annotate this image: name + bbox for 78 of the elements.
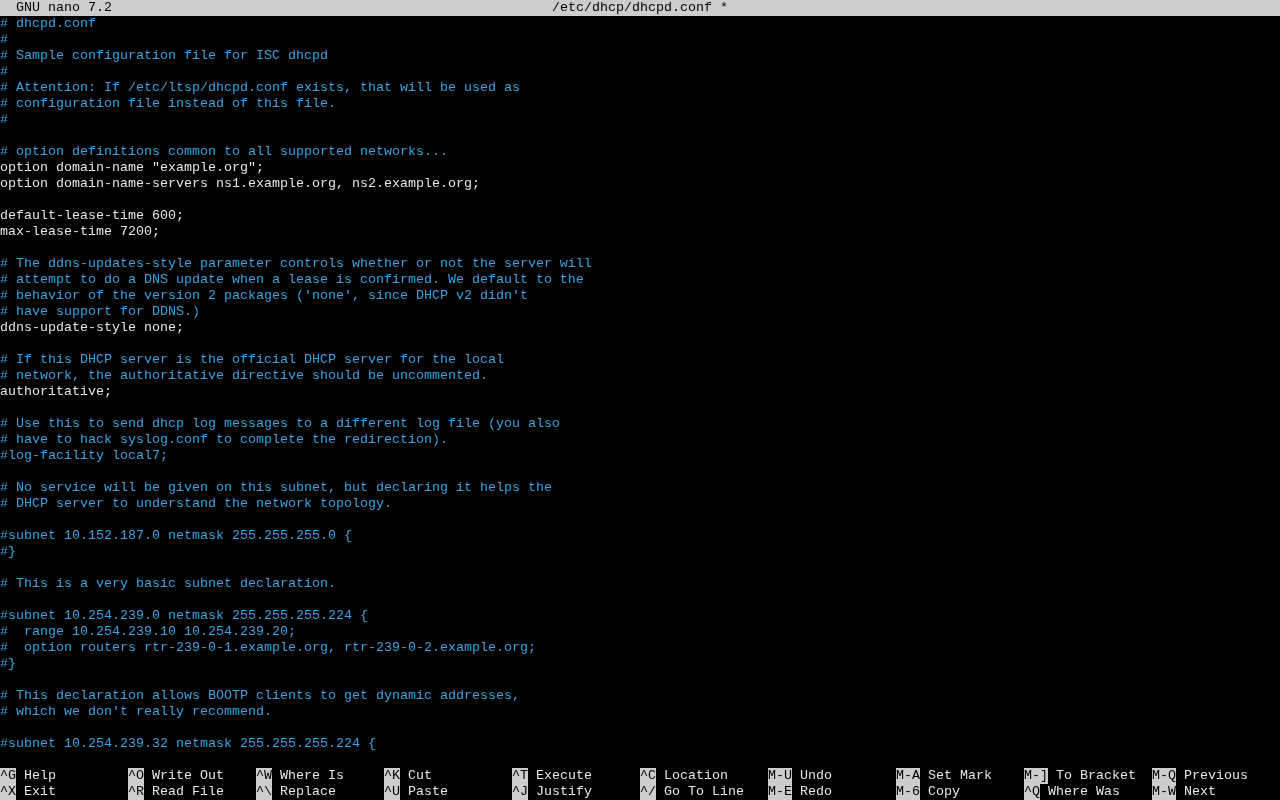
comment-line: #log-facility local7; — [0, 448, 168, 463]
shortcut-label: Previous — [1184, 768, 1248, 784]
shortcut-label: Redo — [800, 784, 832, 800]
comment-line: # which we don't really recommend. — [0, 704, 272, 719]
shortcut-key: ^X — [0, 784, 16, 800]
shortcut-key: M-W — [1152, 784, 1176, 800]
comment-line: # Use this to send dhcp log messages to a different log file (you also — [0, 416, 560, 431]
comment-line: # configuration file instead of this file. — [0, 96, 336, 111]
shortcut-key: ^U — [384, 784, 400, 800]
comment-line: # No service will be given on this subnet, but declaring it helps the — [0, 480, 552, 495]
shortcut-key: ^G — [0, 768, 16, 784]
code-line: option domain-name-servers ns1.example.org, ns2.example.org; — [0, 176, 480, 191]
shortcut-label: Undo — [800, 768, 832, 784]
comment-line: #subnet 10.254.239.32 netmask 255.255.255.224 { — [0, 736, 376, 751]
shortcut-key: ^/ — [640, 784, 656, 800]
shortcut-key: M-Q — [1152, 768, 1176, 784]
comment-line: # attempt to do a DNS update when a lease is confirmed. We default to the — [0, 272, 584, 287]
shortcut-label: Read File — [152, 784, 224, 800]
comment-line: # — [0, 32, 8, 47]
comment-line: # The ddns-updates-style parameter controls whether or not the server will — [0, 256, 592, 271]
shortcut-key: ^Q — [1024, 784, 1040, 800]
comment-line: # Attention: If /etc/ltsp/dhcpd.conf exists, that will be used as — [0, 80, 520, 95]
shortcut-key: ^C — [640, 768, 656, 784]
shortcut-key: ^W — [256, 768, 272, 784]
modified-mark: * — [720, 0, 728, 16]
shortcut-key: M-A — [896, 768, 920, 784]
comment-line: # This declaration allows BOOTP clients to get dynamic addresses, — [0, 688, 520, 703]
shortcut-label: Write Out — [152, 768, 224, 784]
shortcut-label: Copy — [928, 784, 960, 800]
code-line: default-lease-time 600; — [0, 208, 184, 223]
comment-line: # option definitions common to all supported networks... — [0, 144, 448, 159]
comment-line: #subnet 10.254.239.0 netmask 255.255.255.224 { — [0, 608, 368, 623]
shortcut-label: Where Is — [280, 768, 344, 784]
app-version: GNU nano 7.2 — [15, 0, 113, 16]
comment-line: # If this DHCP server is the official DHCP server for the local — [0, 352, 504, 367]
shortcut-label: Cut — [408, 768, 432, 784]
comment-line: # — [0, 112, 8, 127]
shortcut-key: ^T — [512, 768, 528, 784]
code-line: ddns-update-style none; — [0, 320, 184, 335]
comment-line: #} — [0, 656, 16, 671]
comment-line: #subnet 10.152.187.0 netmask 255.255.255.0 { — [0, 528, 352, 543]
shortcut-label: Execute — [536, 768, 592, 784]
shortcut-label: Where Was — [1048, 784, 1120, 800]
shortcut-key: M-U — [768, 768, 792, 784]
shortcut-label: Set Mark — [928, 768, 992, 784]
shortcut-key: ^K — [384, 768, 400, 784]
shortcut-key: M-E — [768, 784, 792, 800]
shortcut-key: ^J — [512, 784, 528, 800]
comment-line: # behavior of the version 2 packages ('none', since DHCP v2 didn't — [0, 288, 528, 303]
comment-line: # This is a very basic subnet declaration. — [0, 576, 336, 591]
file-path: /etc/dhcp/dhcpd.conf — [552, 0, 712, 16]
comment-line: # have support for DDNS.) — [0, 304, 200, 319]
shortcut-label: Next — [1184, 784, 1216, 800]
shortcut-key: ^R — [128, 784, 144, 800]
comment-line: # DHCP server to understand the network topology. — [0, 496, 392, 511]
comment-line: # Sample configuration file for ISC dhcpd — [0, 48, 328, 63]
comment-line: # option routers rtr-239-0-1.example.org, rtr-239-0-2.example.org; — [0, 640, 536, 655]
shortcut-label: Replace — [280, 784, 336, 800]
code-line: authoritative; — [0, 384, 112, 399]
shortcut-key: M-] — [1024, 768, 1048, 784]
shortcut-label: Go To Line — [664, 784, 744, 800]
shortcut-label: Exit — [24, 784, 56, 800]
comment-line: # network, the authoritative directive should be uncommented. — [0, 368, 488, 383]
code-line: option domain-name "example.org"; — [0, 160, 264, 175]
comment-line: # — [0, 64, 8, 79]
code-line: max-lease-time 7200; — [0, 224, 160, 239]
shortcut-key: M-6 — [896, 784, 920, 800]
comment-line: #} — [0, 544, 16, 559]
shortcut-key: ^\ — [256, 784, 272, 800]
shortcut-label: Paste — [408, 784, 448, 800]
comment-line: # range 10.254.239.10 10.254.239.20; — [0, 624, 296, 639]
comment-line: # dhcpd.conf — [0, 16, 96, 31]
shortcut-key: ^O — [128, 768, 144, 784]
shortcut-label: To Bracket — [1056, 768, 1136, 784]
comment-line: # have to hack syslog.conf to complete the redirection). — [0, 432, 448, 447]
shortcut-label: Help — [24, 768, 56, 784]
shortcut-label: Location — [664, 768, 728, 784]
shortcut-label: Justify — [536, 784, 592, 800]
